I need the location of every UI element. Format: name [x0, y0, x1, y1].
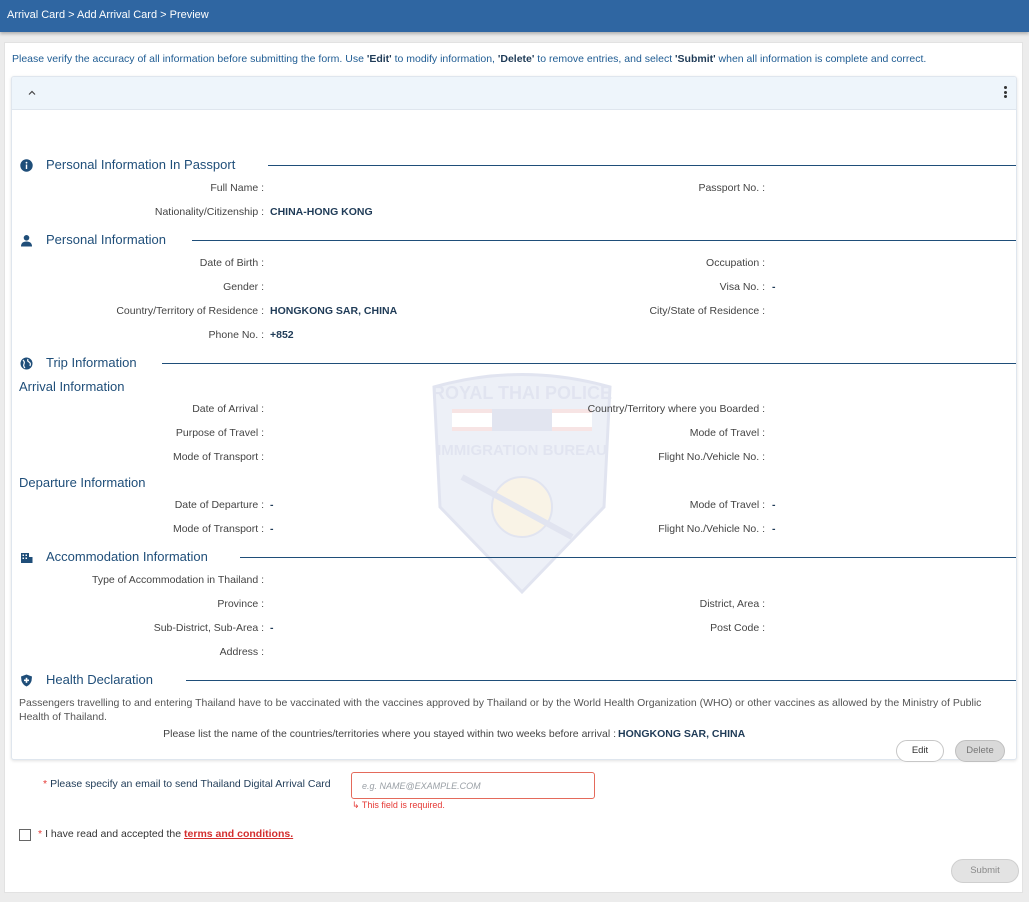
dob-label: Date of Birth : [199, 257, 264, 269]
departure-date-label: Date of Departure : [174, 499, 264, 511]
city-label: City/State of Residence : [649, 305, 765, 317]
required-mark: * [43, 778, 48, 790]
phone-label: Phone No. : [208, 329, 264, 341]
section-title: Accommodation Information [46, 549, 208, 564]
delete-button[interactable]: Delete [955, 740, 1005, 762]
section-divider [268, 165, 1016, 166]
departure-date-value: - [270, 499, 274, 511]
health-declaration-text: Passengers travelling to and entering Th… [19, 697, 982, 723]
departure-flight-label: Flight No./Vehicle No. : [658, 523, 765, 535]
purpose-label: Purpose of Travel : [175, 427, 264, 439]
notice-text: to modify information, [391, 53, 498, 65]
preview-card: Please verify the accuracy of all inform… [4, 42, 1023, 893]
section-health: Health Declaration [12, 670, 1016, 690]
countries-stayed-value: HONGKONG SAR, CHINA [618, 728, 746, 740]
building-icon [21, 553, 33, 563]
breadcrumb: Arrival Card > Add Arrival Card > Previe… [7, 9, 209, 21]
nationality-label: Nationality/Citizenship : [154, 206, 264, 218]
email-input[interactable] [351, 772, 595, 799]
submit-button[interactable]: Submit [951, 859, 1019, 883]
verification-notice: Please verify the accuracy of all inform… [12, 53, 926, 65]
departure-mode-transport-label: Mode of Transport : [172, 523, 264, 535]
departure-mode-travel-value: - [772, 499, 776, 511]
departure-info-title: Departure Information [19, 475, 146, 490]
terms-text: I have read and accepted the [45, 828, 185, 840]
visa-label: Visa No. : [719, 281, 765, 293]
gender-label: Gender : [223, 281, 264, 293]
terms-label: * I have read and accepted the terms and … [38, 828, 293, 840]
arrival-mode-travel-label: Mode of Travel : [689, 427, 765, 439]
edit-button[interactable]: Edit [896, 740, 944, 762]
section-divider [192, 240, 1016, 241]
section-personal: Personal Information [12, 230, 1016, 250]
departure-mode-travel-label: Mode of Travel : [689, 499, 765, 511]
terms-checkbox[interactable] [19, 829, 31, 841]
email-label-text: Please specify an email to send Thailand… [50, 778, 331, 790]
watermark-mid-text: IMMIGRATION BUREAU [437, 442, 607, 459]
section-title: Health Declaration [46, 672, 153, 687]
email-label: * Please specify an email to send Thailan… [43, 778, 331, 790]
section-accommodation: Accommodation Information [12, 547, 1016, 567]
occupation-label: Occupation : [706, 257, 765, 269]
panel-header [12, 77, 1016, 110]
notice-edit: 'Edit' [366, 53, 392, 65]
notice-delete: 'Delete' [497, 53, 535, 65]
boarded-label: Country/Territory where you Boarded : [587, 403, 765, 415]
accommodation-type-label: Type of Accommodation in Thailand : [92, 574, 264, 586]
arrival-date-label: Date of Arrival : [192, 403, 264, 415]
section-title: Personal Information [46, 232, 166, 247]
departure-mode-transport-value: - [270, 523, 274, 535]
section-divider [162, 363, 1016, 364]
province-label: Province : [217, 598, 264, 610]
more-options-icon[interactable] [1004, 86, 1008, 100]
section-divider [240, 557, 1016, 558]
notice-text: when all information is complete and cor… [715, 53, 927, 65]
postcode-label: Post Code : [710, 622, 765, 634]
terms-link[interactable]: terms and conditions. [184, 828, 293, 840]
subdistrict-value: - [270, 622, 274, 634]
section-divider [186, 680, 1016, 681]
shield-icon [21, 674, 32, 687]
globe-icon [20, 357, 33, 370]
subdistrict-label: Sub-District, Sub-Area : [153, 622, 264, 634]
arrival-mode-transport-label: Mode of Transport : [172, 451, 264, 463]
countries-stayed-label: Please list the name of the countries/te… [163, 728, 616, 740]
chevron-up-icon[interactable] [26, 87, 38, 99]
arrival-card-panel: ROYAL THAI POLICE IMMIGRATION BUREAU Per… [11, 76, 1017, 760]
departure-flight-value: - [772, 523, 776, 535]
nationality-value: CHINA-HONG KONG [270, 206, 373, 218]
notice-text: Please verify the accuracy of all inform… [12, 53, 367, 65]
visa-value: - [772, 281, 776, 293]
phone-value: +852 [270, 329, 294, 341]
section-title: Personal Information In Passport [46, 157, 236, 172]
section-title: Trip Information [46, 355, 137, 370]
info-icon [20, 159, 33, 172]
section-passport: Personal Information In Passport [12, 155, 1016, 175]
user-icon [21, 235, 32, 247]
top-bar: Arrival Card > Add Arrival Card > Previe… [0, 0, 1029, 32]
email-error-message: ↳ This field is required. [352, 800, 445, 810]
watermark-top-text: ROYAL THAI POLICE [432, 383, 612, 403]
address-label: Address : [219, 646, 264, 658]
full-name-label: Full Name : [210, 182, 264, 194]
passport-no-label: Passport No. : [698, 182, 765, 194]
district-label: District, Area : [699, 598, 765, 610]
arrival-info-title: Arrival Information [19, 379, 125, 394]
required-mark: * [38, 828, 43, 840]
notice-text: to remove entries, and select [534, 53, 676, 65]
residence-value: HONGKONG SAR, CHINA [270, 305, 398, 317]
section-trip: Trip Information [12, 353, 1016, 373]
arrival-flight-label: Flight No./Vehicle No. : [658, 451, 765, 463]
notice-submit: 'Submit' [675, 53, 716, 65]
residence-label: Country/Territory of Residence : [116, 305, 264, 317]
